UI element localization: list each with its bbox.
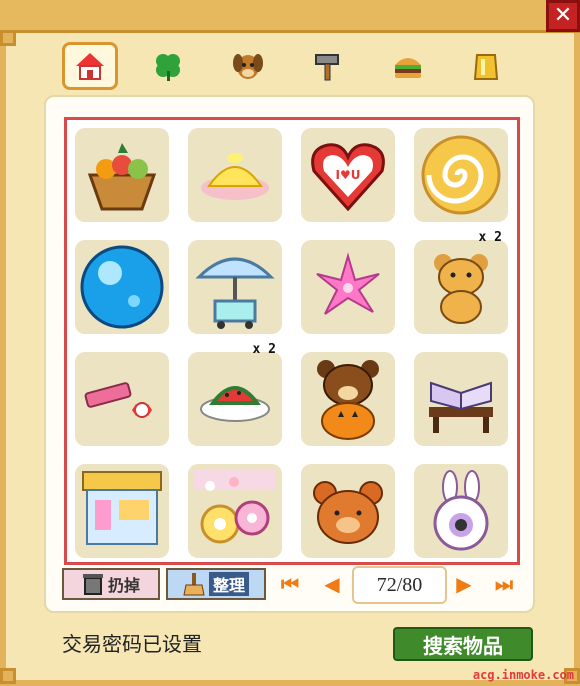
heart-lollipop-item: I♥U xyxy=(311,143,385,212)
double-right-arrow-icon: ⏭ xyxy=(495,572,513,596)
flower-donuts-item xyxy=(194,470,276,544)
item-slot[interactable] xyxy=(75,464,169,558)
item-slot[interactable] xyxy=(414,128,508,222)
pink-flower-item xyxy=(316,252,380,315)
swirl-lollipop-item xyxy=(421,135,501,215)
trash-can-icon xyxy=(82,574,103,595)
category-tabs xyxy=(52,42,522,90)
sort-button[interactable]: 整理 xyxy=(166,568,266,600)
trade-password-status: 交易密码已设置 xyxy=(62,632,202,656)
burger-icon xyxy=(395,58,421,78)
item-slot[interactable] xyxy=(414,464,508,558)
item-slot[interactable]: x 2 xyxy=(188,342,282,446)
item-slot[interactable] xyxy=(301,464,395,558)
parasol-cart-item xyxy=(195,257,275,329)
eraser-candy-item xyxy=(84,382,152,418)
close-icon: ✕ xyxy=(553,3,573,28)
house-icon xyxy=(76,53,104,80)
item-grid: I♥U x 2 x 2 xyxy=(64,117,520,565)
shop-stall-item xyxy=(82,471,162,545)
watermelon-plate-item xyxy=(200,386,270,422)
item-slot[interactable] xyxy=(188,464,282,558)
hammer-icon xyxy=(315,54,339,81)
clover-icon xyxy=(156,54,180,81)
sort-label: 整理 xyxy=(208,572,249,596)
item-slot[interactable] xyxy=(188,128,282,222)
item-quantity: x 2 xyxy=(478,230,502,245)
double-left-arrow-icon: ⏮ xyxy=(281,572,299,596)
first-page-button[interactable]: ⏮ xyxy=(276,571,304,597)
tab-valuables[interactable] xyxy=(458,42,514,90)
bear-pumpkin-item xyxy=(317,360,379,440)
left-arrow-icon: ◀ xyxy=(324,572,340,596)
gold-bar-icon xyxy=(473,54,499,80)
search-items-button[interactable]: 搜索物品 xyxy=(393,627,533,661)
frame-corner-decoration xyxy=(0,30,16,46)
page-indicator: 72/80 xyxy=(352,566,447,604)
item-slot[interactable] xyxy=(188,240,282,334)
tab-plants[interactable] xyxy=(140,42,196,90)
discard-button[interactable]: 扔掉 xyxy=(62,568,160,600)
item-slot[interactable] xyxy=(301,240,395,334)
svg-text:I♥U: I♥U xyxy=(336,168,361,182)
item-slot[interactable] xyxy=(414,352,508,446)
frame-corner-decoration xyxy=(0,668,16,684)
item-slot[interactable] xyxy=(75,352,169,446)
previous-page-button[interactable]: ◀ xyxy=(318,571,346,597)
item-slot[interactable] xyxy=(301,352,395,446)
item-slot[interactable] xyxy=(75,240,169,334)
item-slot[interactable]: x 2 xyxy=(414,230,508,334)
title-bar xyxy=(0,0,580,33)
watermark: acg.inmoke.com xyxy=(472,668,574,682)
tab-tools[interactable] xyxy=(300,42,356,90)
bear-head-item xyxy=(313,481,383,544)
blue-orb-item xyxy=(80,245,164,329)
item-quantity: x 2 xyxy=(252,342,276,357)
item-slot[interactable] xyxy=(75,128,169,222)
tab-pets[interactable] xyxy=(220,42,276,90)
next-page-button[interactable]: ▶ xyxy=(450,571,478,597)
last-page-button[interactable]: ⏭ xyxy=(490,571,518,597)
discard-label: 扔掉 xyxy=(107,576,140,595)
close-button[interactable]: ✕ xyxy=(546,0,580,32)
tab-furniture[interactable] xyxy=(62,42,118,90)
bunny-hat-item xyxy=(433,470,489,551)
open-book-table-item xyxy=(429,381,493,433)
dog-face-icon xyxy=(233,54,263,79)
teddy-bear-item xyxy=(434,254,488,324)
right-arrow-icon: ▶ xyxy=(456,572,472,596)
item-slot[interactable]: I♥U xyxy=(301,128,395,222)
tab-food[interactable] xyxy=(380,42,436,90)
fruit-basket-item xyxy=(87,143,157,211)
page-number: 72/80 xyxy=(376,573,423,596)
lemon-pudding-item xyxy=(201,153,269,200)
broom-icon xyxy=(183,573,205,596)
